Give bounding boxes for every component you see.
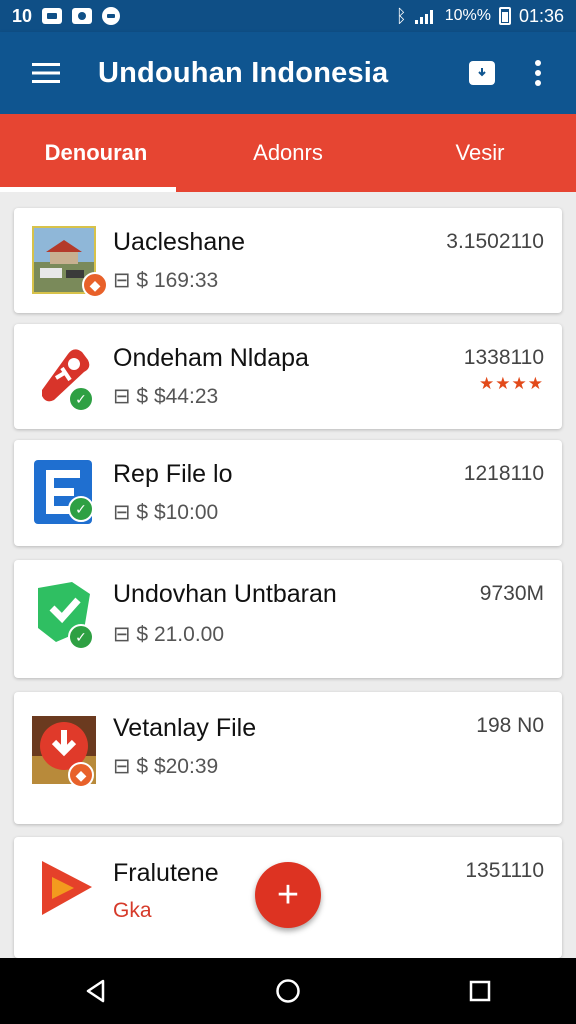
list-item[interactable]: ✓ Ondeham Nldapa ⊟ $ $44:23 1338110 ★★★★ xyxy=(14,324,562,429)
item-name: Uacleshane xyxy=(113,228,246,256)
add-button[interactable]: + xyxy=(255,862,321,928)
navigation-bar xyxy=(0,958,576,1024)
item-name: Fralutene xyxy=(113,859,219,887)
back-icon xyxy=(86,979,105,1003)
home-icon xyxy=(276,979,300,1003)
item-size: 1218110 xyxy=(463,462,544,485)
tab-denouran[interactable]: Denouran xyxy=(0,114,192,192)
item-size: 3.1502110 xyxy=(446,230,544,253)
rating-stars: ★★★★ xyxy=(479,374,544,393)
more-vert-icon xyxy=(535,60,541,66)
recents-button[interactable] xyxy=(450,966,510,1016)
item-size: 9730M xyxy=(479,582,544,605)
item-name: Undovhan Untbaran xyxy=(113,580,337,608)
list-item[interactable]: ✓ Undovhan Untbaran ⊟ $ 21.0.00 9730M xyxy=(14,560,562,678)
photo-icon xyxy=(72,8,93,24)
item-meta: ⊟ $ $44:23 xyxy=(113,385,219,408)
recents-icon xyxy=(469,980,491,1002)
more-options-button[interactable] xyxy=(510,45,566,101)
item-meta: ⊟ $ 169:33 xyxy=(113,269,219,292)
item-size: 1351110 xyxy=(465,859,544,882)
tab-adonrs[interactable]: Adonrs xyxy=(192,114,384,192)
item-meta: ⊟ $ $20:39 xyxy=(113,755,219,778)
image-icon xyxy=(42,8,63,24)
signal-icon xyxy=(414,10,433,24)
item-meta: ⊟ $ 21.0.00 xyxy=(113,623,225,646)
item-name: Vetanlay File xyxy=(113,714,257,742)
message-icon xyxy=(102,7,121,25)
home-button[interactable] xyxy=(258,966,318,1016)
status-time-left: 10 xyxy=(12,5,33,26)
menu-button[interactable] xyxy=(0,32,92,114)
list-item[interactable]: ◆ Vetanlay File ⊟ $ $20:39 198 N0 xyxy=(14,692,562,824)
menu-icon xyxy=(32,63,60,83)
status-badge: ◆ xyxy=(82,272,108,298)
item-size: 1338110 xyxy=(463,346,544,369)
play-icon xyxy=(38,857,102,925)
download-icon xyxy=(469,61,495,85)
status-time-right: 01:36 xyxy=(518,5,564,26)
tab-vesir[interactable]: Vesir xyxy=(384,114,576,192)
download-button[interactable] xyxy=(454,45,510,101)
download-list: ◆ Uacleshane ⊟ $ 169:33 3.1502110 ✓ Onde… xyxy=(0,192,576,958)
status-badge: ✓ xyxy=(68,386,94,412)
plus-icon: + xyxy=(276,874,300,916)
item-name: Ondeham Nldapa xyxy=(113,344,309,372)
status-badge: ✓ xyxy=(68,624,94,650)
list-item[interactable]: ◆ Uacleshane ⊟ $ 169:33 3.1502110 xyxy=(14,208,562,313)
status-badge: ◆ xyxy=(68,762,94,788)
item-name: Rep File lo xyxy=(113,460,233,488)
status-badge: ✓ xyxy=(68,496,94,522)
status-bar: 10 ᛒ 10%% 01:36 xyxy=(0,0,576,32)
item-meta: ⊟ $ $10:00 xyxy=(113,501,219,524)
back-button[interactable] xyxy=(66,966,126,1016)
app-title: Undouhan Indonesia xyxy=(98,56,389,89)
item-meta: Gka xyxy=(113,899,152,922)
item-size: 198 N0 xyxy=(476,714,544,737)
battery-icon xyxy=(498,7,511,25)
bluetooth-icon: ᛒ xyxy=(395,5,407,26)
tab-bar: Denouran Adonrs Vesir xyxy=(0,114,576,192)
battery-percent: 10%% xyxy=(444,7,491,24)
list-item[interactable]: ✓ Rep File lo ⊟ $ $10:00 1218110 xyxy=(14,440,562,546)
app-bar: Undouhan Indonesia xyxy=(0,32,576,114)
